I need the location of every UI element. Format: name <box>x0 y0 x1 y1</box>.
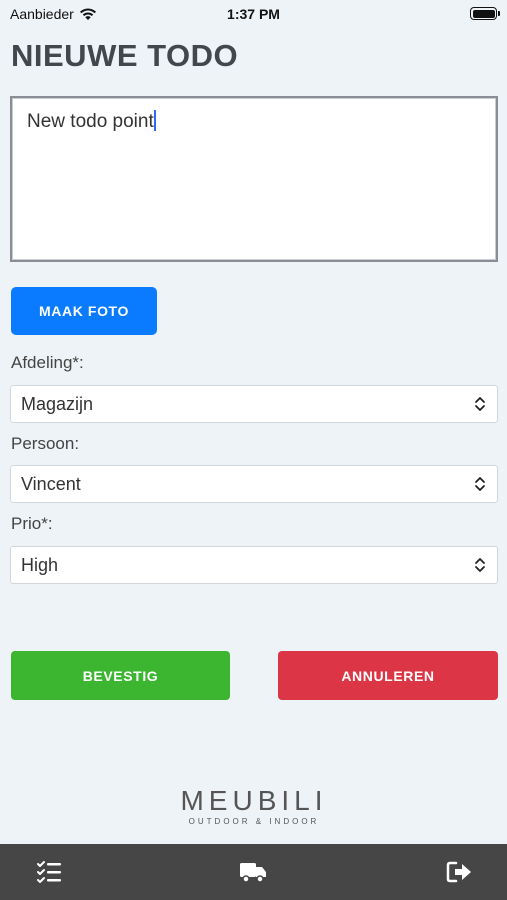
checklist-icon[interactable] <box>37 860 65 884</box>
delivery-truck-icon[interactable] <box>239 860 267 884</box>
status-bar: Aanbieder 1:37 PM <box>0 0 507 28</box>
confirm-button[interactable]: BEVESTIG <box>11 651 230 700</box>
persoon-value: Vincent <box>21 473 81 494</box>
bottom-navigation <box>0 844 507 900</box>
cancel-button[interactable]: ANNULEREN <box>278 651 498 700</box>
prio-value: High <box>21 554 59 575</box>
meubili-logo: MEUBILI OUTDOOR & INDOOR <box>168 786 340 828</box>
persoon-label: Persoon: <box>11 434 80 453</box>
afdeling-value: Magazijn <box>21 393 94 414</box>
text-caret <box>153 110 156 131</box>
status-time: 1:37 PM <box>227 6 280 22</box>
prio-select[interactable]: High <box>10 546 498 584</box>
afdeling-select[interactable]: Magazijn <box>10 385 498 423</box>
page-title: NIEUWE TODO <box>11 38 239 73</box>
select-arrows-icon <box>475 397 485 411</box>
select-arrows-icon <box>475 558 485 572</box>
prio-label: Prio*: <box>11 514 53 533</box>
todo-text: New todo point <box>27 111 154 132</box>
afdeling-label: Afdeling*: <box>11 353 84 372</box>
logout-icon[interactable] <box>446 860 474 884</box>
logo-name: MEUBILI <box>180 785 328 816</box>
persoon-select[interactable]: Vincent <box>10 465 498 503</box>
take-photo-button[interactable]: MAAK FOTO <box>11 287 157 335</box>
todo-text-input[interactable]: New todo point <box>10 96 498 262</box>
logo-subtitle: OUTDOOR & INDOOR <box>188 817 320 826</box>
battery-icon <box>470 7 500 20</box>
select-arrows-icon <box>475 477 485 491</box>
